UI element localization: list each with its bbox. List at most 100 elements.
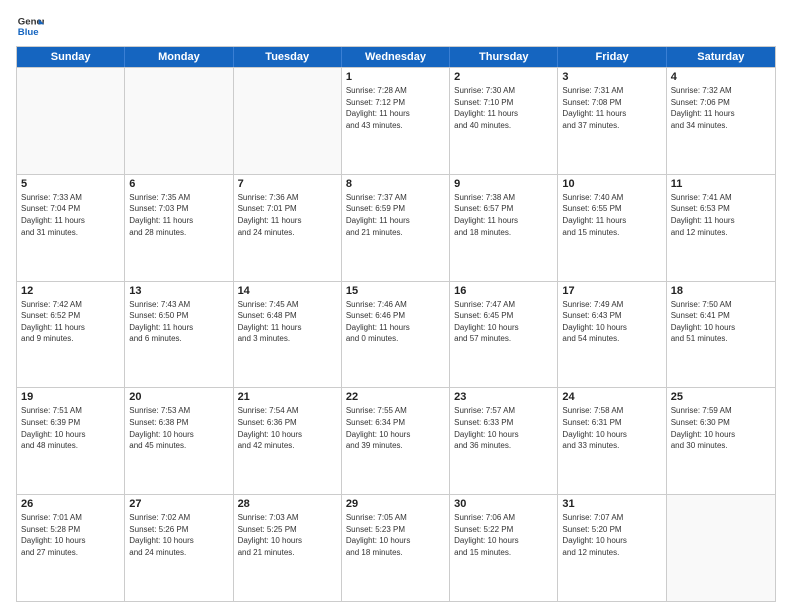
day-info: Sunrise: 7:54 AM Sunset: 6:36 PM Dayligh… bbox=[238, 405, 337, 451]
calendar-cell bbox=[667, 495, 775, 601]
day-number: 15 bbox=[346, 285, 445, 297]
day-number: 9 bbox=[454, 178, 553, 190]
calendar-row-5: 26 Sunrise: 7:01 AM Sunset: 5:28 PM Dayli… bbox=[17, 494, 775, 601]
calendar-row-3: 12Sunrise: 7:42 AM Sunset: 6:52 PM Dayli… bbox=[17, 281, 775, 388]
day-info: Sunrise: 7:03 AM Sunset: 5:25 PM Dayligh… bbox=[238, 512, 337, 558]
calendar-cell: 31 Sunrise: 7:07 AM Sunset: 5:20 PM Dayli… bbox=[558, 495, 666, 601]
day-number: 10 bbox=[562, 178, 661, 190]
calendar-cell bbox=[234, 68, 342, 174]
day-info: Sunrise: 7:41 AM Sunset: 6:53 PM Dayligh… bbox=[671, 192, 771, 238]
day-info: Sunrise: 7:05 AM Sunset: 5:23 PM Dayligh… bbox=[346, 512, 445, 558]
calendar-cell: 19 Sunrise: 7:51 AM Sunset: 6:39 PM Dayli… bbox=[17, 388, 125, 494]
day-info: Sunrise: 7:33 AM Sunset: 7:04 PM Dayligh… bbox=[21, 192, 120, 238]
day-number: 20 bbox=[129, 391, 228, 403]
weekday-header-thursday: Thursday bbox=[450, 47, 558, 67]
calendar-cell: 9 Sunrise: 7:38 AM Sunset: 6:57 PM Daylig… bbox=[450, 175, 558, 281]
day-info: Sunrise: 7:55 AM Sunset: 6:34 PM Dayligh… bbox=[346, 405, 445, 451]
page-header: General Blue bbox=[16, 12, 776, 40]
weekday-header-friday: Friday bbox=[558, 47, 666, 67]
day-info: Sunrise: 7:30 AM Sunset: 7:10 PM Dayligh… bbox=[454, 85, 553, 131]
day-number: 1 bbox=[346, 71, 445, 83]
day-number: 25 bbox=[671, 391, 771, 403]
calendar-row-4: 19 Sunrise: 7:51 AM Sunset: 6:39 PM Dayli… bbox=[17, 387, 775, 494]
calendar-cell: 8 Sunrise: 7:37 AM Sunset: 6:59 PM Daylig… bbox=[342, 175, 450, 281]
day-number: 8 bbox=[346, 178, 445, 190]
calendar-row-2: 5Sunrise: 7:33 AM Sunset: 7:04 PM Daylig… bbox=[17, 174, 775, 281]
svg-text:Blue: Blue bbox=[18, 27, 39, 38]
calendar-cell: 18 Sunrise: 7:50 AM Sunset: 6:41 PM Dayli… bbox=[667, 282, 775, 388]
calendar-cell: 29Sunrise: 7:05 AM Sunset: 5:23 PM Dayli… bbox=[342, 495, 450, 601]
logo-icon: General Blue bbox=[16, 12, 44, 40]
day-info: Sunrise: 7:40 AM Sunset: 6:55 PM Dayligh… bbox=[562, 192, 661, 238]
calendar-cell: 27Sunrise: 7:02 AM Sunset: 5:26 PM Dayli… bbox=[125, 495, 233, 601]
calendar-cell bbox=[17, 68, 125, 174]
day-number: 30 bbox=[454, 498, 553, 510]
day-number: 17 bbox=[562, 285, 661, 297]
day-number: 18 bbox=[671, 285, 771, 297]
calendar-cell: 22 Sunrise: 7:55 AM Sunset: 6:34 PM Dayli… bbox=[342, 388, 450, 494]
calendar-cell: 12Sunrise: 7:42 AM Sunset: 6:52 PM Dayli… bbox=[17, 282, 125, 388]
calendar-cell: 3Sunrise: 7:31 AM Sunset: 7:08 PM Daylig… bbox=[558, 68, 666, 174]
day-info: Sunrise: 7:59 AM Sunset: 6:30 PM Dayligh… bbox=[671, 405, 771, 451]
day-number: 24 bbox=[562, 391, 661, 403]
day-number: 16 bbox=[454, 285, 553, 297]
calendar-body: 1 Sunrise: 7:28 AM Sunset: 7:12 PM Daylig… bbox=[17, 67, 775, 601]
day-number: 21 bbox=[238, 391, 337, 403]
weekday-header-wednesday: Wednesday bbox=[342, 47, 450, 67]
calendar-cell: 21 Sunrise: 7:54 AM Sunset: 6:36 PM Dayli… bbox=[234, 388, 342, 494]
calendar-cell: 26 Sunrise: 7:01 AM Sunset: 5:28 PM Dayli… bbox=[17, 495, 125, 601]
calendar-cell: 20Sunrise: 7:53 AM Sunset: 6:38 PM Dayli… bbox=[125, 388, 233, 494]
day-info: Sunrise: 7:49 AM Sunset: 6:43 PM Dayligh… bbox=[562, 299, 661, 345]
day-info: Sunrise: 7:02 AM Sunset: 5:26 PM Dayligh… bbox=[129, 512, 228, 558]
day-info: Sunrise: 7:06 AM Sunset: 5:22 PM Dayligh… bbox=[454, 512, 553, 558]
calendar-cell: 17 Sunrise: 7:49 AM Sunset: 6:43 PM Dayli… bbox=[558, 282, 666, 388]
day-info: Sunrise: 7:01 AM Sunset: 5:28 PM Dayligh… bbox=[21, 512, 120, 558]
calendar-row-1: 1 Sunrise: 7:28 AM Sunset: 7:12 PM Daylig… bbox=[17, 67, 775, 174]
calendar-header: SundayMondayTuesdayWednesdayThursdayFrid… bbox=[17, 47, 775, 67]
calendar-cell: 24 Sunrise: 7:58 AM Sunset: 6:31 PM Dayli… bbox=[558, 388, 666, 494]
weekday-header-sunday: Sunday bbox=[17, 47, 125, 67]
day-info: Sunrise: 7:43 AM Sunset: 6:50 PM Dayligh… bbox=[129, 299, 228, 345]
day-info: Sunrise: 7:46 AM Sunset: 6:46 PM Dayligh… bbox=[346, 299, 445, 345]
day-number: 28 bbox=[238, 498, 337, 510]
day-number: 4 bbox=[671, 71, 771, 83]
day-number: 11 bbox=[671, 178, 771, 190]
day-number: 2 bbox=[454, 71, 553, 83]
logo: General Blue bbox=[16, 12, 44, 40]
day-info: Sunrise: 7:58 AM Sunset: 6:31 PM Dayligh… bbox=[562, 405, 661, 451]
day-number: 14 bbox=[238, 285, 337, 297]
day-info: Sunrise: 7:32 AM Sunset: 7:06 PM Dayligh… bbox=[671, 85, 771, 131]
day-number: 7 bbox=[238, 178, 337, 190]
calendar-cell: 15 Sunrise: 7:46 AM Sunset: 6:46 PM Dayli… bbox=[342, 282, 450, 388]
weekday-header-saturday: Saturday bbox=[667, 47, 775, 67]
calendar-cell: 4 Sunrise: 7:32 AM Sunset: 7:06 PM Daylig… bbox=[667, 68, 775, 174]
calendar-cell: 6Sunrise: 7:35 AM Sunset: 7:03 PM Daylig… bbox=[125, 175, 233, 281]
calendar-cell: 5Sunrise: 7:33 AM Sunset: 7:04 PM Daylig… bbox=[17, 175, 125, 281]
day-info: Sunrise: 7:50 AM Sunset: 6:41 PM Dayligh… bbox=[671, 299, 771, 345]
calendar-cell: 7 Sunrise: 7:36 AM Sunset: 7:01 PM Daylig… bbox=[234, 175, 342, 281]
day-info: Sunrise: 7:35 AM Sunset: 7:03 PM Dayligh… bbox=[129, 192, 228, 238]
day-info: Sunrise: 7:57 AM Sunset: 6:33 PM Dayligh… bbox=[454, 405, 553, 451]
day-info: Sunrise: 7:45 AM Sunset: 6:48 PM Dayligh… bbox=[238, 299, 337, 345]
calendar-cell: 23Sunrise: 7:57 AM Sunset: 6:33 PM Dayli… bbox=[450, 388, 558, 494]
calendar-cell: 25 Sunrise: 7:59 AM Sunset: 6:30 PM Dayli… bbox=[667, 388, 775, 494]
day-info: Sunrise: 7:36 AM Sunset: 7:01 PM Dayligh… bbox=[238, 192, 337, 238]
day-number: 19 bbox=[21, 391, 120, 403]
calendar-cell: 10 Sunrise: 7:40 AM Sunset: 6:55 PM Dayli… bbox=[558, 175, 666, 281]
calendar-cell: 13Sunrise: 7:43 AM Sunset: 6:50 PM Dayli… bbox=[125, 282, 233, 388]
calendar-cell: 2 Sunrise: 7:30 AM Sunset: 7:10 PM Daylig… bbox=[450, 68, 558, 174]
day-number: 22 bbox=[346, 391, 445, 403]
day-info: Sunrise: 7:38 AM Sunset: 6:57 PM Dayligh… bbox=[454, 192, 553, 238]
day-number: 31 bbox=[562, 498, 661, 510]
day-number: 26 bbox=[21, 498, 120, 510]
day-info: Sunrise: 7:47 AM Sunset: 6:45 PM Dayligh… bbox=[454, 299, 553, 345]
calendar-cell: 28 Sunrise: 7:03 AM Sunset: 5:25 PM Dayli… bbox=[234, 495, 342, 601]
calendar: SundayMondayTuesdayWednesdayThursdayFrid… bbox=[16, 46, 776, 602]
day-number: 12 bbox=[21, 285, 120, 297]
day-info: Sunrise: 7:07 AM Sunset: 5:20 PM Dayligh… bbox=[562, 512, 661, 558]
weekday-header-monday: Monday bbox=[125, 47, 233, 67]
day-info: Sunrise: 7:51 AM Sunset: 6:39 PM Dayligh… bbox=[21, 405, 120, 451]
day-info: Sunrise: 7:37 AM Sunset: 6:59 PM Dayligh… bbox=[346, 192, 445, 238]
calendar-cell bbox=[125, 68, 233, 174]
day-info: Sunrise: 7:28 AM Sunset: 7:12 PM Dayligh… bbox=[346, 85, 445, 131]
